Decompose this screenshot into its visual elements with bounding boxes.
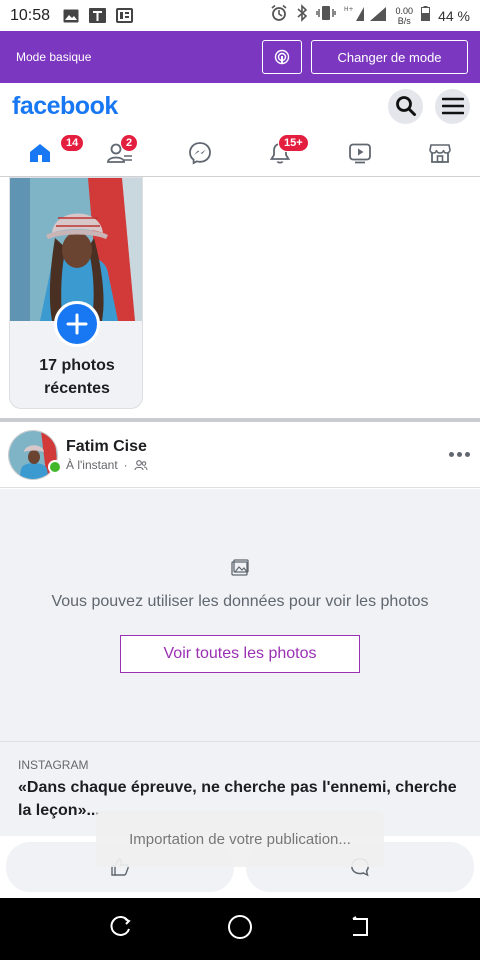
menu-icon [441, 97, 464, 115]
photo-placeholder: Vous pouvez utiliser les données pour vo… [0, 489, 480, 741]
story-label-line1: 17 photos [39, 357, 115, 374]
tab-marketplace[interactable] [400, 129, 480, 176]
stories-area: 17 photos récentes [0, 177, 480, 418]
friends-badge: 2 [120, 134, 139, 152]
data-saver-icon [274, 49, 290, 65]
link-source: INSTAGRAM [18, 758, 89, 772]
video-icon [349, 143, 371, 163]
facebook-logo[interactable]: facebook [12, 92, 118, 121]
alarm-icon [270, 4, 288, 27]
news-icon [116, 8, 134, 23]
t-icon [89, 8, 107, 23]
battery-icon [421, 5, 431, 26]
nav-tabs: 14 2 15+ [0, 129, 480, 177]
bluetooth-icon [296, 4, 308, 27]
add-story-button[interactable] [54, 301, 100, 347]
data-saver-button[interactable] [262, 40, 302, 74]
android-nav-bar [0, 898, 480, 960]
search-icon [395, 96, 416, 116]
post-time-row: À l'instant · [66, 458, 148, 472]
story-photo [10, 178, 142, 321]
messenger-icon [189, 141, 211, 164]
tab-messenger[interactable] [160, 129, 240, 176]
photo-data-message: Vous pouvez utiliser les données pour vo… [51, 593, 429, 610]
plus-icon [66, 313, 88, 335]
create-story-card[interactable]: 17 photos récentes [9, 177, 143, 409]
view-all-photos-button[interactable]: Voir toutes les photos [120, 635, 360, 673]
tab-notifications[interactable]: 15+ [240, 129, 320, 176]
image-icon [62, 8, 79, 23]
photo-icon [231, 559, 249, 576]
menu-button[interactable] [435, 88, 470, 124]
post-author[interactable]: Fatim Cise [66, 438, 148, 456]
story-label-line2: récentes [44, 380, 110, 397]
recent-apps-button[interactable] [108, 915, 132, 944]
home-nav-button[interactable] [227, 914, 253, 945]
recent-apps-icon [110, 915, 131, 936]
net-speed-value: 0.00 [395, 5, 414, 16]
story-label: 17 photos récentes [10, 354, 142, 400]
status-time: 10:58 [10, 6, 51, 24]
friends-privacy-icon [134, 459, 148, 470]
fb-header: facebook [0, 83, 480, 129]
svg-text:H+: H+ [344, 6, 354, 13]
net-speed-unit: B/s [397, 15, 411, 26]
post-header: Fatim Cise À l'instant · [0, 422, 480, 488]
basic-mode-bar: Mode basique Changer de mode [0, 31, 480, 83]
post-options-button[interactable] [449, 452, 470, 457]
tab-video[interactable] [320, 129, 400, 176]
tab-friends[interactable]: 2 [80, 129, 160, 176]
back-button[interactable] [348, 915, 372, 944]
net-speed: 0.00 B/s [396, 6, 414, 26]
vibrate-icon [315, 5, 336, 26]
post-meta: Fatim Cise À l'instant · [66, 438, 148, 472]
change-mode-button[interactable]: Changer de mode [311, 40, 468, 74]
home-circle-icon [227, 914, 252, 939]
home-icon [30, 143, 50, 162]
upload-toast: Importation de votre publication... [96, 811, 384, 867]
mode-label: Mode basique [16, 50, 92, 64]
tab-home[interactable]: 14 [0, 129, 85, 176]
signal-icon: H+ [344, 5, 388, 26]
notifications-badge: 15+ [278, 134, 309, 152]
separator-dot: · [123, 457, 128, 472]
post-time[interactable]: À l'instant [66, 458, 118, 472]
back-icon [352, 915, 369, 936]
status-bar: 10:58 H+ 0.00 B/s 44 % [0, 0, 480, 31]
battery-percent: 44 % [438, 7, 470, 24]
marketplace-icon [429, 143, 451, 163]
search-button[interactable] [388, 88, 423, 124]
online-status-dot [48, 460, 62, 474]
